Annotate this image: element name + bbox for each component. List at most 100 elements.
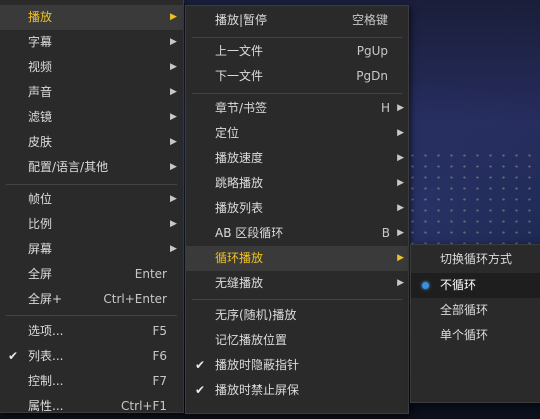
menu-item-shortcut: 空格键 [351, 13, 388, 27]
menu-item-label: 不循环 [440, 278, 477, 292]
menu-item-subtitles[interactable]: 字幕 ▶ [0, 30, 183, 55]
menu-item-skip[interactable]: 跳略播放 ▶ [186, 171, 408, 196]
submenu-arrow-icon: ▶ [397, 253, 404, 263]
menu-item-shortcut: Ctrl+F1 [121, 399, 167, 413]
menu-item-loop-all[interactable]: 全部循环 [411, 298, 540, 323]
menu-item-screen[interactable]: 屏幕 ▶ [0, 237, 183, 262]
menu-item-label: 声音 [28, 85, 53, 99]
menu-item-label: 全部循环 [440, 303, 489, 317]
menu-item-chapters[interactable]: 章节/书签 H ▶ [186, 96, 408, 121]
submenu-arrow-icon: ▶ [397, 103, 404, 113]
menu-item-label: 无缝播放 [215, 276, 264, 290]
menu-item-hide-cursor[interactable]: ✔ 播放时隐蔽指针 [186, 353, 408, 378]
submenu-play: 播放|暂停 空格键 上一文件 PgUp 下一文件 PgDn 章节/书签 H ▶ … [185, 5, 409, 414]
menu-item-label: 控制... [28, 374, 64, 388]
menu-item-speed[interactable]: 播放速度 ▶ [186, 146, 408, 171]
submenu-arrow-icon: ▶ [397, 203, 404, 213]
menu-separator [6, 315, 177, 316]
menu-item-ab-loop[interactable]: AB 区段循环 B ▶ [186, 221, 408, 246]
menu-item-shortcut: PgUp [356, 44, 388, 58]
submenu-arrow-icon: ▶ [170, 87, 177, 97]
menu-item-shortcut: F6 [152, 349, 167, 363]
submenu-arrow-icon: ▶ [170, 62, 177, 72]
menu-item-next-file[interactable]: 下一文件 PgDn [186, 64, 408, 89]
menu-item-label: 字幕 [28, 35, 53, 49]
menu-item-label: 屏幕 [28, 242, 53, 256]
menu-item-play-pause[interactable]: 播放|暂停 空格键 [186, 8, 408, 33]
menu-item-label: 视频 [28, 60, 53, 74]
menu-item-gapless[interactable]: 无缝播放 ▶ [186, 271, 408, 296]
menu-item-config[interactable]: 配置/语言/其他 ▶ [0, 155, 183, 180]
submenu-arrow-icon: ▶ [397, 278, 404, 288]
submenu-arrow-icon: ▶ [397, 178, 404, 188]
submenu-arrow-icon: ▶ [170, 162, 177, 172]
menu-item-label: 全屏+ [28, 292, 63, 306]
menu-item-fullscreen-plus[interactable]: 全屏+ Ctrl+Enter [0, 287, 183, 312]
menu-item-label: 帧位 [28, 192, 53, 206]
menu-item-label: 章节/书签 [215, 101, 268, 115]
menu-item-seek[interactable]: 定位 ▶ [186, 121, 408, 146]
menu-item-prev-file[interactable]: 上一文件 PgUp [186, 39, 408, 64]
menu-item-label: 播放时禁止屏保 [215, 383, 300, 397]
menu-item-shortcut: F7 [152, 374, 167, 388]
menu-item-skin[interactable]: 皮肤 ▶ [0, 130, 183, 155]
menu-item-frame[interactable]: 帧位 ▶ [0, 187, 183, 212]
submenu-arrow-icon: ▶ [170, 194, 177, 204]
menu-item-label: 播放|暂停 [215, 13, 268, 27]
submenu-arrow-icon: ▶ [397, 228, 404, 238]
menu-item-shuffle[interactable]: 无序(随机)播放 [186, 303, 408, 328]
radio-selected-icon [422, 282, 429, 289]
menu-item-shortcut: B [381, 226, 390, 240]
menu-separator [192, 299, 402, 300]
menu-item-filters[interactable]: 滤镜 ▶ [0, 105, 183, 130]
menu-separator [192, 37, 402, 38]
menu-item-playlist[interactable]: ✔ 列表... F6 [0, 344, 183, 369]
menu-item-loop-play[interactable]: 循环播放 ▶ [186, 246, 408, 271]
menu-item-label: 播放列表 [215, 201, 264, 215]
menu-item-label: 定位 [215, 126, 240, 140]
menu-item-shortcut: PgDn [356, 69, 388, 83]
menu-item-label: 播放速度 [215, 151, 264, 165]
menu-item-playlist[interactable]: 播放列表 ▶ [186, 196, 408, 221]
menu-item-shortcut: H [380, 101, 390, 115]
menu-item-label: 单个循环 [440, 328, 489, 342]
menu-item-disable-screensaver[interactable]: ✔ 播放时禁止屏保 [186, 378, 408, 403]
menu-item-label: 列表... [28, 349, 64, 363]
check-icon: ✔ [195, 358, 206, 372]
menu-item-toggle-loop-mode[interactable]: 切换循环方式 [411, 247, 540, 272]
menu-item-label: 下一文件 [215, 69, 264, 83]
submenu-arrow-icon: ▶ [170, 137, 177, 147]
menu-item-properties[interactable]: 属性... Ctrl+F1 [0, 394, 183, 419]
submenu-arrow-icon: ▶ [170, 244, 177, 254]
menu-item-label: 选项... [28, 324, 64, 338]
menu-separator [192, 93, 402, 94]
menu-item-label: 播放时隐蔽指针 [215, 358, 300, 372]
menu-item-label: AB 区段循环 [215, 226, 284, 240]
submenu-arrow-icon: ▶ [170, 219, 177, 229]
menu-item-label: 比例 [28, 217, 53, 231]
menu-item-label: 滤镜 [28, 110, 53, 124]
menu-item-controls[interactable]: 控制... F7 [0, 369, 183, 394]
submenu-arrow-icon: ▶ [170, 112, 177, 122]
menu-item-video[interactable]: 视频 ▶ [0, 55, 183, 80]
menu-item-remember-position[interactable]: 记忆播放位置 [186, 328, 408, 353]
menu-item-ratio[interactable]: 比例 ▶ [0, 212, 183, 237]
menu-item-play[interactable]: 播放 ▶ [0, 5, 183, 30]
submenu-arrow-icon: ▶ [397, 128, 404, 138]
menu-item-label: 播放 [28, 10, 53, 24]
check-icon: ✔ [8, 349, 19, 363]
menu-item-label: 无序(随机)播放 [215, 308, 297, 322]
menu-item-audio[interactable]: 声音 ▶ [0, 80, 183, 105]
menu-item-options[interactable]: 选项... F5 [0, 319, 183, 344]
menu-item-fullscreen[interactable]: 全屏 Enter [0, 262, 183, 287]
check-icon: ✔ [195, 383, 206, 397]
menu-item-label: 配置/语言/其他 [28, 160, 109, 174]
menu-item-no-loop[interactable]: 不循环 [411, 273, 540, 298]
submenu-arrow-icon: ▶ [170, 12, 177, 22]
menu-item-label: 跳略播放 [215, 176, 264, 190]
menu-item-shortcut: Enter [134, 267, 167, 281]
menu-item-label: 上一文件 [215, 44, 264, 58]
menu-item-label: 记忆播放位置 [215, 333, 288, 347]
menu-item-loop-single[interactable]: 单个循环 [411, 323, 540, 348]
menu-item-shortcut: F5 [152, 324, 167, 338]
